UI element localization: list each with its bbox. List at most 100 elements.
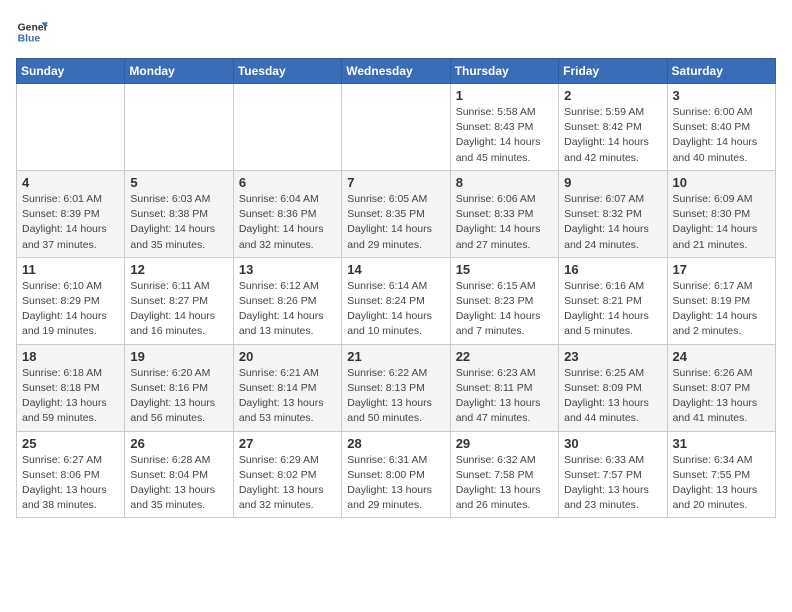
day-detail: Sunrise: 6:12 AM Sunset: 8:26 PM Dayligh… [239, 279, 336, 340]
day-detail: Sunrise: 6:10 AM Sunset: 8:29 PM Dayligh… [22, 279, 119, 340]
day-number: 15 [456, 262, 553, 277]
day-detail: Sunrise: 6:25 AM Sunset: 8:09 PM Dayligh… [564, 366, 661, 427]
day-number: 19 [130, 349, 227, 364]
day-number: 30 [564, 436, 661, 451]
calendar-cell: 5 Sunrise: 6:03 AM Sunset: 8:38 PM Daylig… [125, 170, 233, 257]
day-detail: Sunrise: 6:31 AM Sunset: 8:00 PM Dayligh… [347, 453, 444, 514]
day-detail: Sunrise: 5:58 AM Sunset: 8:43 PM Dayligh… [456, 105, 553, 166]
day-number: 5 [130, 175, 227, 190]
day-number: 14 [347, 262, 444, 277]
day-number: 11 [22, 262, 119, 277]
calendar-cell: 13 Sunrise: 6:12 AM Sunset: 8:26 PM Dayli… [233, 257, 341, 344]
calendar-cell: 10Sunrise: 6:09 AM Sunset: 8:30 PM Dayli… [667, 170, 775, 257]
calendar-week-2: 4 Sunrise: 6:01 AM Sunset: 8:39 PM Daylig… [17, 170, 776, 257]
day-detail: Sunrise: 6:28 AM Sunset: 8:04 PM Dayligh… [130, 453, 227, 514]
day-detail: Sunrise: 6:14 AM Sunset: 8:24 PM Dayligh… [347, 279, 444, 340]
calendar-cell: 20Sunrise: 6:21 AM Sunset: 8:14 PM Dayli… [233, 344, 341, 431]
day-number: 16 [564, 262, 661, 277]
day-number: 21 [347, 349, 444, 364]
day-detail: Sunrise: 6:18 AM Sunset: 8:18 PM Dayligh… [22, 366, 119, 427]
calendar-cell: 17 Sunrise: 6:17 AM Sunset: 8:19 PM Dayli… [667, 257, 775, 344]
calendar-cell [17, 84, 125, 171]
day-detail: Sunrise: 6:01 AM Sunset: 8:39 PM Dayligh… [22, 192, 119, 253]
calendar-cell: 24Sunrise: 6:26 AM Sunset: 8:07 PM Dayli… [667, 344, 775, 431]
day-number: 9 [564, 175, 661, 190]
day-number: 8 [456, 175, 553, 190]
calendar-week-4: 18 Sunrise: 6:18 AM Sunset: 8:18 PM Dayli… [17, 344, 776, 431]
day-number: 22 [456, 349, 553, 364]
logo-icon: General Blue [16, 16, 48, 48]
calendar-cell: 2 Sunrise: 5:59 AM Sunset: 8:42 PM Daylig… [559, 84, 667, 171]
day-number: 3 [673, 88, 770, 103]
day-detail: Sunrise: 6:05 AM Sunset: 8:35 PM Dayligh… [347, 192, 444, 253]
calendar-cell: 31 Sunrise: 6:34 AM Sunset: 7:55 PM Dayli… [667, 431, 775, 518]
day-number: 26 [130, 436, 227, 451]
day-detail: Sunrise: 6:11 AM Sunset: 8:27 PM Dayligh… [130, 279, 227, 340]
calendar-cell: 23 Sunrise: 6:25 AM Sunset: 8:09 PM Dayli… [559, 344, 667, 431]
day-detail: Sunrise: 6:15 AM Sunset: 8:23 PM Dayligh… [456, 279, 553, 340]
day-header-tuesday: Tuesday [233, 59, 341, 84]
day-detail: Sunrise: 6:23 AM Sunset: 8:11 PM Dayligh… [456, 366, 553, 427]
day-detail: Sunrise: 6:17 AM Sunset: 8:19 PM Dayligh… [673, 279, 770, 340]
day-detail: Sunrise: 6:27 AM Sunset: 8:06 PM Dayligh… [22, 453, 119, 514]
day-number: 18 [22, 349, 119, 364]
day-header-friday: Friday [559, 59, 667, 84]
calendar-cell: 29 Sunrise: 6:32 AM Sunset: 7:58 PM Dayli… [450, 431, 558, 518]
day-detail: Sunrise: 6:00 AM Sunset: 8:40 PM Dayligh… [673, 105, 770, 166]
svg-text:Blue: Blue [18, 34, 41, 45]
calendar-cell: 26 Sunrise: 6:28 AM Sunset: 8:04 PM Dayli… [125, 431, 233, 518]
page-header: General Blue [16, 16, 776, 48]
day-detail: Sunrise: 6:34 AM Sunset: 7:55 PM Dayligh… [673, 453, 770, 514]
calendar-cell: 12Sunrise: 6:11 AM Sunset: 8:27 PM Dayli… [125, 257, 233, 344]
calendar-cell [342, 84, 450, 171]
calendar-cell: 15 Sunrise: 6:15 AM Sunset: 8:23 PM Dayli… [450, 257, 558, 344]
day-detail: Sunrise: 6:22 AM Sunset: 8:13 PM Dayligh… [347, 366, 444, 427]
day-header-thursday: Thursday [450, 59, 558, 84]
day-detail: Sunrise: 6:33 AM Sunset: 7:57 PM Dayligh… [564, 453, 661, 514]
calendar-cell: 6 Sunrise: 6:04 AM Sunset: 8:36 PM Daylig… [233, 170, 341, 257]
day-detail: Sunrise: 5:59 AM Sunset: 8:42 PM Dayligh… [564, 105, 661, 166]
day-detail: Sunrise: 6:09 AM Sunset: 8:30 PM Dayligh… [673, 192, 770, 253]
day-detail: Sunrise: 6:26 AM Sunset: 8:07 PM Dayligh… [673, 366, 770, 427]
day-number: 23 [564, 349, 661, 364]
calendar-cell: 7 Sunrise: 6:05 AM Sunset: 8:35 PM Daylig… [342, 170, 450, 257]
calendar-cell: 11 Sunrise: 6:10 AM Sunset: 8:29 PM Dayli… [17, 257, 125, 344]
day-detail: Sunrise: 6:07 AM Sunset: 8:32 PM Dayligh… [564, 192, 661, 253]
calendar-cell: 19 Sunrise: 6:20 AM Sunset: 8:16 PM Dayli… [125, 344, 233, 431]
day-number: 4 [22, 175, 119, 190]
day-detail: Sunrise: 6:06 AM Sunset: 8:33 PM Dayligh… [456, 192, 553, 253]
day-number: 28 [347, 436, 444, 451]
logo: General Blue [16, 16, 48, 48]
day-detail: Sunrise: 6:32 AM Sunset: 7:58 PM Dayligh… [456, 453, 553, 514]
day-header-monday: Monday [125, 59, 233, 84]
day-number: 6 [239, 175, 336, 190]
calendar-cell: 3 Sunrise: 6:00 AM Sunset: 8:40 PM Daylig… [667, 84, 775, 171]
calendar-cell: 18 Sunrise: 6:18 AM Sunset: 8:18 PM Dayli… [17, 344, 125, 431]
day-number: 29 [456, 436, 553, 451]
calendar-cell [233, 84, 341, 171]
day-number: 25 [22, 436, 119, 451]
day-number: 1 [456, 88, 553, 103]
day-number: 2 [564, 88, 661, 103]
day-detail: Sunrise: 6:20 AM Sunset: 8:16 PM Dayligh… [130, 366, 227, 427]
day-detail: Sunrise: 6:29 AM Sunset: 8:02 PM Dayligh… [239, 453, 336, 514]
calendar-week-1: 1 Sunrise: 5:58 AM Sunset: 8:43 PM Daylig… [17, 84, 776, 171]
day-header-sunday: Sunday [17, 59, 125, 84]
day-detail: Sunrise: 6:21 AM Sunset: 8:14 PM Dayligh… [239, 366, 336, 427]
day-detail: Sunrise: 6:04 AM Sunset: 8:36 PM Dayligh… [239, 192, 336, 253]
day-header-wednesday: Wednesday [342, 59, 450, 84]
day-number: 31 [673, 436, 770, 451]
day-number: 13 [239, 262, 336, 277]
day-number: 7 [347, 175, 444, 190]
calendar-cell: 14 Sunrise: 6:14 AM Sunset: 8:24 PM Dayli… [342, 257, 450, 344]
day-number: 17 [673, 262, 770, 277]
calendar-week-3: 11 Sunrise: 6:10 AM Sunset: 8:29 PM Dayli… [17, 257, 776, 344]
calendar-cell: 25 Sunrise: 6:27 AM Sunset: 8:06 PM Dayli… [17, 431, 125, 518]
calendar-cell: 1 Sunrise: 5:58 AM Sunset: 8:43 PM Daylig… [450, 84, 558, 171]
calendar-cell: 30 Sunrise: 6:33 AM Sunset: 7:57 PM Dayli… [559, 431, 667, 518]
day-header-saturday: Saturday [667, 59, 775, 84]
day-detail: Sunrise: 6:03 AM Sunset: 8:38 PM Dayligh… [130, 192, 227, 253]
calendar-cell: 9 Sunrise: 6:07 AM Sunset: 8:32 PM Daylig… [559, 170, 667, 257]
calendar-cell: 21 Sunrise: 6:22 AM Sunset: 8:13 PM Dayli… [342, 344, 450, 431]
calendar-cell: 4 Sunrise: 6:01 AM Sunset: 8:39 PM Daylig… [17, 170, 125, 257]
